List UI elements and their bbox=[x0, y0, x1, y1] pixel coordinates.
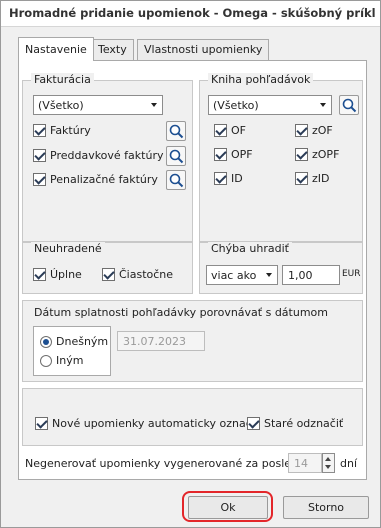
preddavkove-faktury-label: Preddavkové faktúry bbox=[50, 149, 164, 162]
search-icon bbox=[169, 124, 184, 139]
search-icon bbox=[169, 173, 184, 188]
search-icon bbox=[169, 149, 184, 164]
days-spinner[interactable] bbox=[322, 453, 335, 473]
auto-mark-label: Nové upomienky automaticky označiť bbox=[52, 417, 260, 430]
chyba-uhradit-legend: Chýba uhradiť bbox=[208, 242, 292, 255]
fakturacia-select[interactable]: (Všetko) bbox=[33, 95, 163, 115]
kniha-select-value: (Všetko) bbox=[213, 99, 259, 112]
neuhradene-group: Neuhradené Úplne Čiastočne bbox=[22, 242, 193, 294]
opf-checkbox[interactable] bbox=[214, 148, 227, 161]
zid-checkbox[interactable] bbox=[295, 172, 308, 185]
kniha-pohladavok-legend: Kniha pohľadávok bbox=[208, 73, 314, 86]
ciastocne-checkbox[interactable] bbox=[102, 268, 115, 281]
dnesnym-radio[interactable] bbox=[40, 336, 52, 348]
dnesnym-label: Dnešným bbox=[56, 335, 109, 348]
chevron-down-icon bbox=[151, 103, 157, 107]
date-value: 31.07.2023 bbox=[123, 335, 186, 348]
faktury-checkbox[interactable] bbox=[33, 124, 46, 137]
amount-value: 1,00 bbox=[288, 269, 313, 282]
id-label: ID bbox=[231, 172, 243, 185]
date-input[interactable]: 31.07.2023 bbox=[117, 331, 205, 351]
of-checkbox[interactable] bbox=[214, 124, 227, 137]
fakturacia-select-value: (Všetko) bbox=[38, 99, 84, 112]
chevron-down-icon bbox=[266, 273, 272, 277]
inym-radio[interactable] bbox=[40, 355, 52, 367]
days-value: 14 bbox=[294, 457, 308, 470]
auto-mark-checkbox[interactable] bbox=[35, 417, 48, 430]
datum-splatnosti-group: Dátum splatnosti pohľadávky porovnávať s… bbox=[22, 300, 363, 382]
unmark-old-checkbox[interactable] bbox=[247, 417, 260, 430]
penalizacne-search-button[interactable] bbox=[166, 170, 186, 190]
spin-up-icon[interactable] bbox=[325, 457, 331, 461]
currency-label: EUR bbox=[342, 269, 361, 279]
highlight-ring bbox=[182, 491, 273, 522]
preddavkove-faktury-checkbox[interactable] bbox=[33, 149, 46, 162]
days-suffix-label: dní bbox=[340, 457, 358, 470]
preddavkove-search-button[interactable] bbox=[166, 146, 186, 166]
faktury-search-button[interactable] bbox=[166, 121, 186, 141]
kniha-pohladavok-group: Kniha pohľadávok (Všetko) OF zOF OPF zOP… bbox=[199, 73, 363, 242]
kniha-search-button[interactable] bbox=[339, 95, 359, 115]
chyba-uhradit-group: Chýba uhradiť viac ako 1,00 EUR bbox=[199, 242, 363, 294]
zopf-checkbox[interactable] bbox=[295, 148, 308, 161]
spin-down-icon[interactable] bbox=[325, 465, 331, 469]
unmark-old-label: Staré odznačiť bbox=[264, 417, 344, 430]
title-bar: Hromadné pridanie upomienok - Omega - sk… bbox=[1, 1, 380, 27]
of-label: OF bbox=[231, 124, 246, 137]
uplne-checkbox[interactable] bbox=[33, 268, 46, 281]
fakturacia-group: Fakturácia (Všetko) Faktúry Preddavkové … bbox=[22, 73, 193, 242]
id-checkbox[interactable] bbox=[214, 172, 227, 185]
faktury-label: Faktúry bbox=[50, 124, 91, 137]
ciastocne-label: Čiastočne bbox=[119, 268, 174, 281]
zof-checkbox[interactable] bbox=[295, 124, 308, 137]
datum-splatnosti-legend: Dátum splatnosti pohľadávky porovnávať s… bbox=[31, 306, 331, 319]
chevron-down-icon bbox=[320, 103, 326, 107]
zopf-label: zOPF bbox=[312, 148, 340, 161]
inym-label: Iným bbox=[56, 354, 84, 367]
tab-nastavenie[interactable]: Nastavenie bbox=[18, 37, 94, 61]
search-icon bbox=[342, 98, 357, 113]
penalizacne-faktury-label: Penalizačné faktúry bbox=[50, 173, 158, 186]
uplne-label: Úplne bbox=[50, 268, 82, 281]
tab-panel-nastavenie: Fakturácia (Všetko) Faktúry Preddavkové … bbox=[18, 60, 367, 480]
window-title: Hromadné pridanie upomienok - Omega - sk… bbox=[9, 6, 375, 20]
penalizacne-faktury-checkbox[interactable] bbox=[33, 173, 46, 186]
tab-vlastnosti-upomienky[interactable]: Vlastnosti upomienky bbox=[137, 39, 270, 60]
amount-input[interactable]: 1,00 bbox=[282, 265, 340, 285]
fakturacia-legend: Fakturácia bbox=[31, 73, 94, 86]
cancel-button[interactable]: Storno bbox=[283, 496, 369, 519]
kniha-select[interactable]: (Všetko) bbox=[208, 95, 332, 115]
tab-texty[interactable]: Texty bbox=[91, 39, 134, 60]
zid-label: zID bbox=[312, 172, 330, 185]
options-group: Nové upomienky automaticky označiť Staré… bbox=[22, 388, 363, 446]
datum-radio-box: Dnešným Iným bbox=[33, 326, 111, 376]
zof-label: zOF bbox=[312, 124, 333, 137]
dialog-window: Hromadné pridanie upomienok - Omega - sk… bbox=[0, 0, 381, 528]
chyba-select[interactable]: viac ako bbox=[206, 265, 278, 285]
neuhradene-legend: Neuhradené bbox=[31, 242, 105, 255]
days-input[interactable]: 14 bbox=[288, 453, 322, 473]
days-prefix-label: Negenerovať upomienky vygenerované za po… bbox=[25, 457, 325, 470]
chyba-select-value: viac ako bbox=[211, 269, 257, 282]
opf-label: OPF bbox=[231, 148, 253, 161]
